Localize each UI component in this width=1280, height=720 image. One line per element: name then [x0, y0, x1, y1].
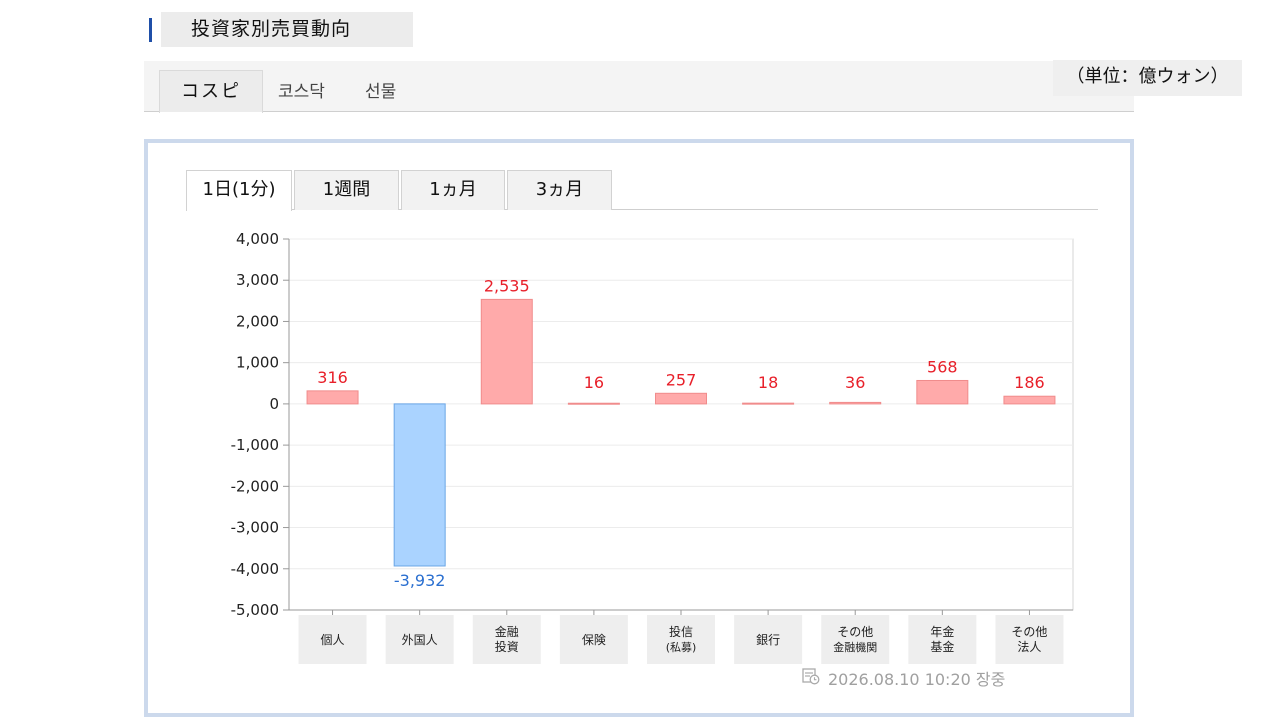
- market-tab-kosdaq[interactable]: 코스닥: [278, 61, 325, 112]
- unit-label: （単位：億ウォン）: [1053, 60, 1242, 96]
- market-tab-bar: コスピ 코스닥 선물: [144, 61, 1134, 113]
- period-tab-1week[interactable]: 1週間: [294, 170, 399, 210]
- chart-panel: 1日(1分) 1週間 1ヵ月 3ヵ月: [144, 139, 1134, 717]
- section-title: 投資家別売買動向: [161, 12, 413, 47]
- period-tab-3month[interactable]: 3ヵ月: [507, 170, 612, 210]
- clock-icon: [802, 668, 820, 685]
- market-tab-kospi[interactable]: コスピ: [159, 70, 263, 113]
- timestamp: 2026.08.10 10:20 장중: [828, 670, 1006, 689]
- period-tab-1month[interactable]: 1ヵ月: [401, 170, 505, 210]
- period-tab-1day[interactable]: 1日(1分): [186, 170, 292, 211]
- period-tab-bar: 1日(1分) 1週間 1ヵ月 3ヵ月: [186, 170, 1098, 211]
- market-tab-futures[interactable]: 선물: [365, 61, 396, 112]
- section-marker: [149, 18, 152, 42]
